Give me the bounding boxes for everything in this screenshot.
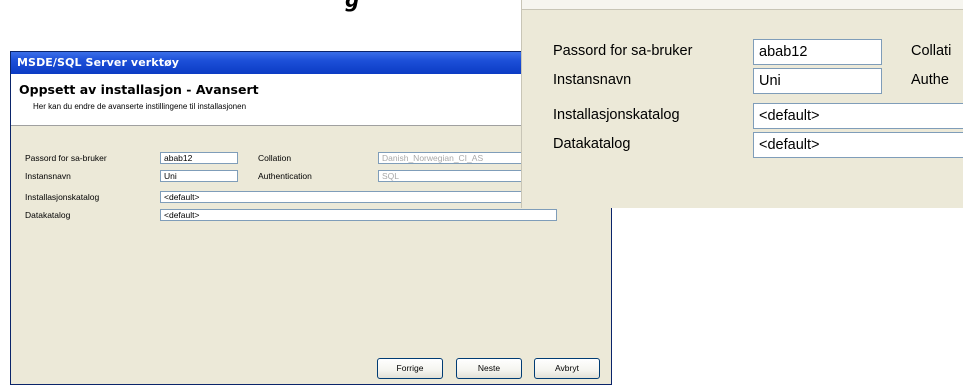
zoom-data-dir-field[interactable]: <default> — [753, 132, 963, 158]
caption-fragment: g — [345, 0, 360, 12]
zoom-sa-password-label: Passord for sa-bruker — [553, 43, 693, 59]
zoom-install-dir-label: Installasjonskatalog — [553, 107, 680, 123]
zoom-instance-name-field[interactable]: Uni — [753, 68, 882, 94]
page-title: Oppsett av installasjon - Avansert — [19, 82, 259, 97]
sa-password-label: Passord for sa-bruker — [25, 153, 107, 163]
next-button[interactable]: Neste — [456, 358, 522, 379]
zoom-install-dir-field[interactable]: <default> — [753, 103, 963, 129]
inset-divider — [522, 0, 963, 10]
data-dir-field[interactable]: <default> — [160, 209, 557, 221]
zoom-authentication-label: Authe — [911, 72, 949, 88]
cancel-button[interactable]: Avbryt — [534, 358, 600, 379]
instance-name-field[interactable]: Uni — [160, 170, 238, 182]
back-button[interactable]: Forrige — [377, 358, 443, 379]
install-dir-field[interactable]: <default> — [160, 191, 557, 203]
zoom-instance-name-label: Instansnavn — [553, 72, 632, 88]
authentication-field: SQL — [378, 170, 530, 182]
install-dir-label: Installasjonskatalog — [25, 192, 100, 202]
zoom-collation-label: Collati — [911, 43, 952, 59]
collation-label: Collation — [258, 153, 292, 163]
zoom-data-dir-label: Datakatalog — [553, 136, 631, 152]
page-subtitle: Her kan du endre de avanserte instilling… — [33, 102, 247, 111]
zoomed-inset: Passord for sa-bruker abab12 Collati Ins… — [521, 0, 963, 208]
instance-name-label: Instansnavn — [25, 171, 71, 181]
authentication-label: Authentication — [258, 171, 312, 181]
sa-password-field[interactable]: abab12 — [160, 152, 238, 164]
collation-field: Danish_Norwegian_CI_AS — [378, 152, 530, 164]
zoom-sa-password-field[interactable]: abab12 — [753, 39, 882, 65]
data-dir-label: Datakatalog — [25, 210, 71, 220]
